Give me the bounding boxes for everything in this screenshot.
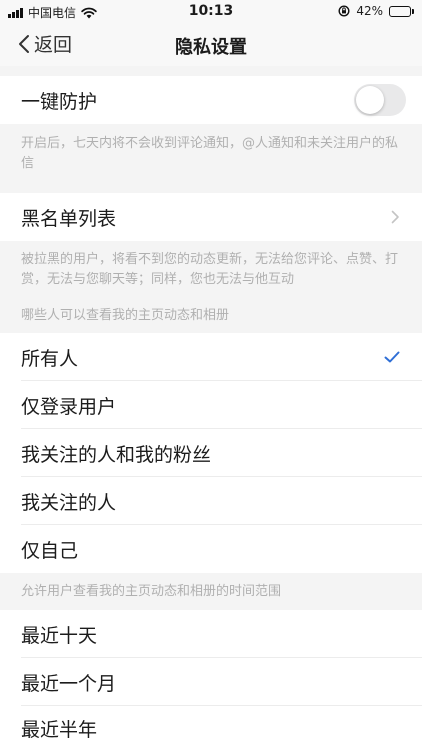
status-right: 42% [338, 4, 414, 18]
blacklist-hint: 被拉黑的用户，将看不到您的动态更新，无法给您评论、点赞、打赏，无法与您聊天等；同… [21, 252, 399, 287]
battery-percent: 42% [356, 4, 383, 18]
visibility-option[interactable]: 仅登录用户 [0, 381, 422, 429]
chevron-right-icon [391, 210, 399, 224]
visibility-option-label: 我关注的人和我的粉丝 [21, 443, 212, 466]
visibility-option[interactable]: 仅自己 [0, 525, 422, 573]
battery-icon [389, 5, 414, 17]
blacklist-label: 黑名单列表 [21, 207, 117, 230]
nav-bar: 返回 隐私设置 [0, 24, 422, 66]
page-title: 隐私设置 [175, 37, 247, 58]
checkmark-icon [384, 351, 400, 363]
visibility-option-label: 所有人 [21, 347, 79, 370]
protection-hint: 开启后，七天内将不会收到评论通知，@人通知和未关注用户的私信 [21, 136, 399, 171]
orientation-lock-icon [338, 5, 350, 17]
toggle-knob [356, 86, 384, 114]
blacklist-row[interactable]: 黑名单列表 [0, 193, 422, 241]
time-range-option[interactable]: 最近半年 [0, 706, 422, 750]
visibility-option-label: 仅自己 [21, 539, 79, 562]
protection-row: 一键防护 [0, 76, 422, 124]
protection-toggle[interactable] [354, 84, 406, 116]
visibility-header: 哪些人可以查看我的主页动态和相册 [21, 308, 230, 323]
status-bar: 中国电信 10:13 42% [0, 0, 422, 24]
time-range-header: 允许用户查看我的主页动态和相册的时间范围 [21, 584, 282, 599]
time-range-option-label: 最近一个月 [21, 672, 117, 695]
time-range-option-label: 最近十天 [21, 624, 98, 647]
visibility-option[interactable]: 我关注的人 [0, 477, 422, 525]
time-range-option[interactable]: 最近十天 [0, 610, 422, 658]
protection-label: 一键防护 [21, 90, 98, 113]
time-range-option[interactable]: 最近一个月 [0, 658, 422, 706]
visibility-option[interactable]: 我关注的人和我的粉丝 [0, 429, 422, 477]
visibility-option-label: 仅登录用户 [21, 395, 117, 418]
time-range-option-label: 最近半年 [21, 718, 98, 741]
visibility-option-label: 我关注的人 [21, 491, 117, 514]
visibility-option[interactable]: 所有人 [0, 333, 422, 381]
